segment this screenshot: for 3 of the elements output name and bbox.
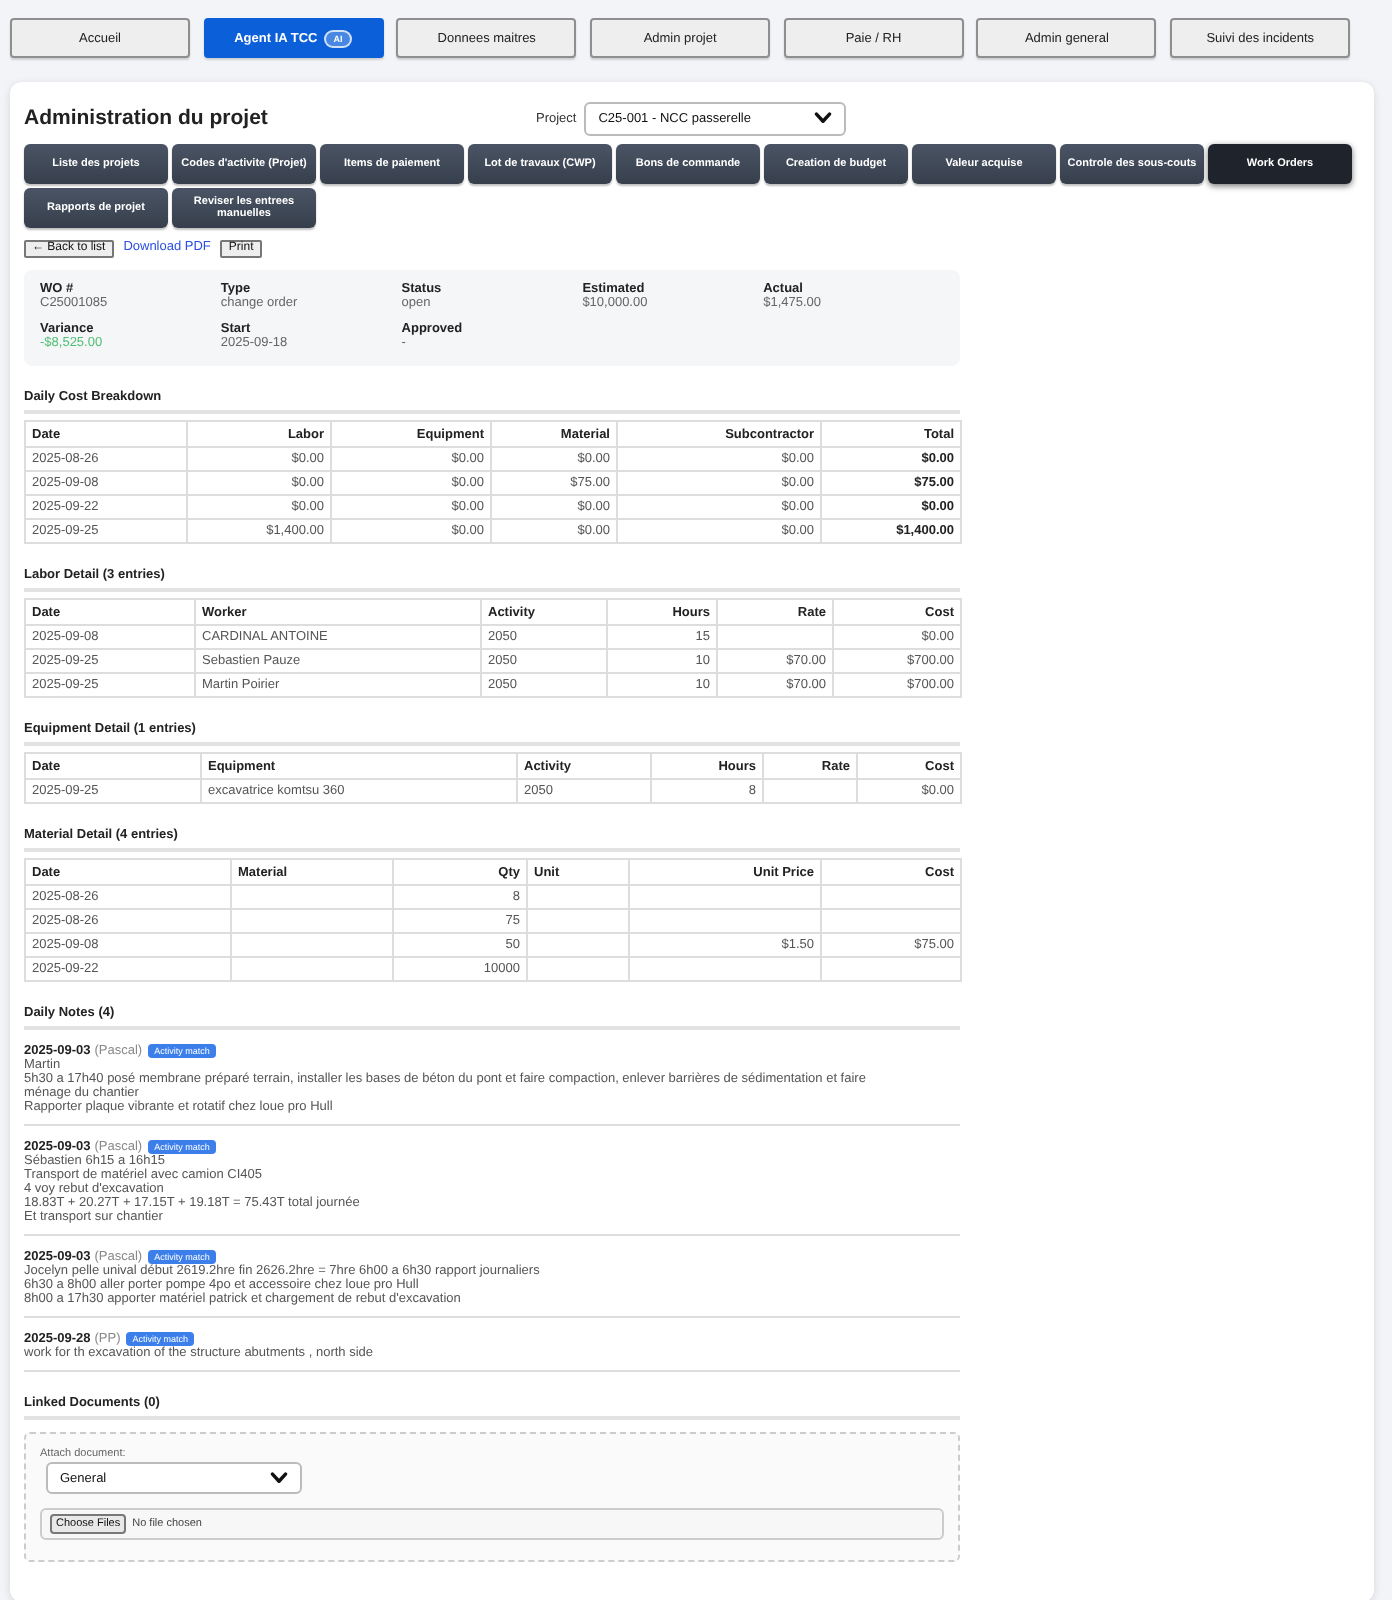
chevron-down-icon bbox=[814, 112, 833, 124]
chevron-down-icon bbox=[270, 1472, 288, 1484]
page-title: Administration du projet bbox=[24, 106, 270, 130]
